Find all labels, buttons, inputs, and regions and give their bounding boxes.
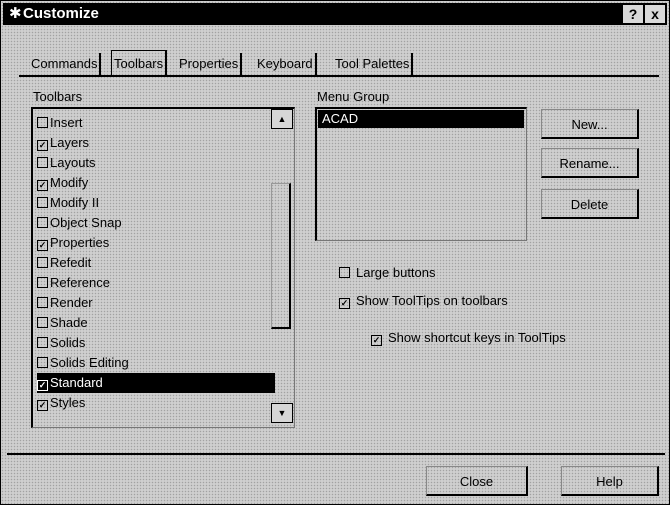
list-item[interactable]: Reference [37,273,275,293]
list-item-label: Insert [50,115,83,130]
list-item[interactable]: ✓ Standard [37,373,275,393]
list-item-label: Modify II [50,195,100,210]
show-shortcut-keys-option[interactable]: ✓ Show shortcut keys in ToolTips [371,330,566,346]
list-item[interactable]: Insert [37,113,275,133]
show-tooltips-option[interactable]: ✓ Show ToolTips on toolbars [339,293,508,309]
toolbar-checkbox[interactable]: ✓ [37,400,48,411]
close-title-button[interactable]: x [644,4,666,24]
show-shortcut-keys-label: Show shortcut keys in ToolTips [388,330,566,345]
list-item-label: Shade [50,315,88,330]
bottom-divider [7,453,665,455]
toolbar-checkbox[interactable] [37,277,48,288]
list-item[interactable]: Layouts [37,153,275,173]
tab-toolbars[interactable]: Toolbars [111,50,168,77]
help-button[interactable]: Help [561,466,659,496]
list-item[interactable]: ✓ Styles [37,393,275,413]
list-item-label: Standard [50,375,103,390]
tab-divider [19,75,659,77]
list-item[interactable]: Solids [37,333,275,353]
tab-tool-palettes[interactable]: Tool Palettes [333,53,414,75]
show-tooltips-checkbox[interactable]: ✓ [339,298,350,309]
new-button[interactable]: New... [541,109,639,139]
rename-button[interactable]: Rename... [541,148,639,178]
show-tooltips-label: Show ToolTips on toolbars [356,293,508,308]
toolbar-checkbox[interactable] [37,217,48,228]
large-buttons-option[interactable]: Large buttons [339,265,436,280]
list-item-label: Refedit [50,255,92,270]
toolbar-checkbox[interactable] [37,297,48,308]
list-item-label: Styles [50,395,86,410]
delete-button[interactable]: Delete [541,189,639,219]
scroll-thumb[interactable] [271,183,291,329]
toolbar-checkbox[interactable]: ✓ [37,380,48,391]
help-title-button[interactable]: ? [622,4,644,24]
large-buttons-checkbox[interactable] [339,267,350,278]
list-item-label: Object Snap [50,215,122,230]
tab-commands[interactable]: Commands [29,53,102,75]
toolbar-checkbox[interactable] [37,117,48,128]
toolbar-checkbox[interactable] [37,357,48,368]
list-item[interactable]: Render [37,293,275,313]
list-item-label: Reference [50,275,110,290]
toolbar-checkbox[interactable] [37,197,48,208]
window-title: Customize [23,5,99,22]
toolbars-listbox[interactable]: Insert ✓ Layers Layouts ✓ Modify Modify II… [31,107,295,428]
toolbars-scrollbar[interactable]: ▲ ▼ [271,109,293,423]
customize-dialog: ✱ Customize ? x Commands Toolbars Proper… [0,0,670,505]
list-item-label: Properties [50,235,110,250]
list-item[interactable]: Shade [37,313,275,333]
show-shortcut-keys-checkbox[interactable]: ✓ [371,335,382,346]
list-item-label: Solids Editing [50,355,129,370]
list-item[interactable]: ✓ Properties [37,233,275,253]
list-item-label: Modify [50,175,89,190]
list-item-label: Layers [50,135,90,150]
list-item-label: Layouts [50,155,96,170]
toolbar-checkbox[interactable] [37,317,48,328]
list-item[interactable]: Refedit [37,253,275,273]
menu-group-label: Menu Group [317,89,390,104]
list-item[interactable]: Modify II [37,193,275,213]
list-item[interactable]: ✓ Modify [37,173,275,193]
toolbars-label: Toolbars [33,89,83,104]
scroll-up-arrow-icon[interactable]: ▲ [271,109,293,129]
toolbar-checkbox[interactable]: ✓ [37,240,48,251]
title-bar[interactable]: ✱ Customize ? x [3,3,667,25]
toolbar-checkbox[interactable]: ✓ [37,180,48,191]
list-item[interactable]: Object Snap [37,213,275,233]
scroll-down-arrow-icon[interactable]: ▼ [271,403,293,423]
menu-group-listbox[interactable]: ACAD [315,107,527,241]
toolbar-checkbox[interactable] [37,257,48,268]
list-item-label: Render [50,295,93,310]
close-button[interactable]: Close [426,466,528,496]
list-item-label: Solids [50,335,86,350]
large-buttons-label: Large buttons [356,265,436,280]
tab-properties[interactable]: Properties [177,53,243,75]
tab-keyboard[interactable]: Keyboard [255,53,317,75]
customize-star-icon: ✱ [9,5,22,22]
list-item[interactable]: Solids Editing [37,353,275,373]
toolbar-checkbox[interactable]: ✓ [37,140,48,151]
toolbar-checkbox[interactable] [37,157,48,168]
toolbar-checkbox[interactable] [37,337,48,348]
menu-group-item[interactable]: ACAD [318,110,524,128]
list-item[interactable]: ✓ Layers [37,133,275,153]
